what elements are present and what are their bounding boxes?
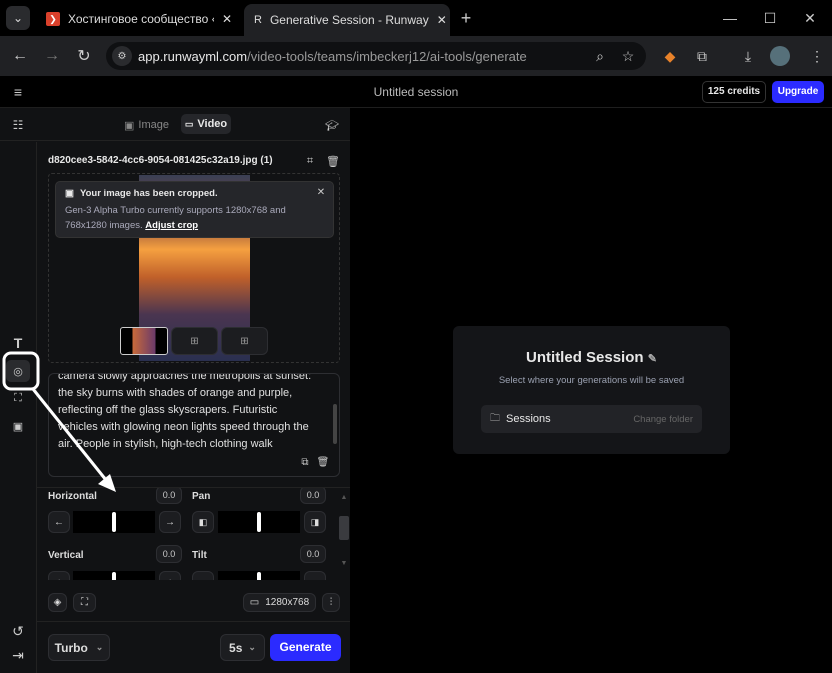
tilt-slider[interactable] bbox=[218, 571, 300, 580]
prompt-textarea[interactable]: camera slowly approaches the metropolis … bbox=[48, 373, 340, 477]
close-window-button[interactable]: ✕ bbox=[800, 8, 820, 28]
tool-rail: T ◎ ⛶ ▣ ↺ ⇥ bbox=[0, 142, 37, 673]
controls-scrollbar[interactable]: ▲ ▼ bbox=[339, 494, 349, 578]
crop-toast: ▣ Your image has been cropped. Gen-3 Alph… bbox=[55, 181, 334, 238]
chevron-down-icon: ⌄ bbox=[95, 642, 104, 652]
focus-button[interactable]: ⛶ bbox=[73, 593, 96, 612]
duration-select[interactable]: 5s ⌄ bbox=[220, 634, 265, 661]
camera-tool-icon[interactable]: ◎ bbox=[6, 360, 30, 382]
arrow-left-button[interactable]: ← bbox=[48, 511, 70, 533]
close-toast-icon[interactable]: ✕ bbox=[315, 186, 327, 198]
session-card: Untitled Session ✎ Select where your gen… bbox=[453, 326, 730, 454]
tilt-value[interactable]: 0.0 bbox=[300, 545, 326, 563]
tab-image[interactable]: ▣ Image bbox=[124, 115, 169, 135]
pan-slider[interactable] bbox=[218, 511, 300, 533]
session-card-subtitle: Select where your generations will be sa… bbox=[498, 375, 685, 386]
site-favicon-icon: ❯ bbox=[46, 12, 60, 26]
chevron-down-icon: ⌄ bbox=[248, 642, 256, 652]
runway-favicon-icon: R bbox=[254, 14, 262, 26]
video-icon: ▭ bbox=[184, 118, 194, 129]
focus-icon: ⛶ bbox=[81, 597, 88, 608]
browser-tab-bar: ⌄ ❯ Хостинговое сообщество «Tim ✕ R Gene… bbox=[0, 0, 832, 36]
copy-icon[interactable]: ⧉ bbox=[299, 456, 311, 468]
mode-bar: ☷ ▣ Image ▭ Video 🎓︎ bbox=[0, 108, 350, 141]
address-bar[interactable]: ⚙ app.runwayml.com/video-tools/teams/imb… bbox=[106, 42, 646, 70]
generate-button[interactable]: Generate bbox=[270, 634, 341, 661]
list-icon[interactable]: ☷ bbox=[10, 117, 26, 133]
close-tab-icon[interactable]: ✕ bbox=[437, 13, 447, 27]
layers-button[interactable]: ◈ bbox=[48, 593, 67, 612]
upgrade-button[interactable]: Upgrade bbox=[772, 81, 824, 103]
folder-row[interactable]: 🗀 Sessions Change folder bbox=[481, 405, 702, 433]
profile-avatar[interactable] bbox=[770, 46, 790, 66]
credits-badge[interactable]: 125 credits bbox=[702, 81, 766, 103]
edit-pencil-icon[interactable]: ✎ bbox=[648, 353, 657, 365]
folder-icon: 🗀 bbox=[490, 412, 500, 424]
aspect-ratio-button[interactable]: ▭ 1280x768 bbox=[243, 593, 316, 612]
history-icon[interactable]: ↺ bbox=[8, 623, 28, 639]
extensions-icon[interactable]: ⧉ bbox=[692, 46, 712, 66]
bookmark-star-icon[interactable]: ☆ bbox=[618, 46, 638, 66]
reload-icon[interactable]: ↻ bbox=[74, 46, 94, 66]
tab-list-button[interactable]: ⌄ bbox=[6, 6, 30, 30]
site-info-icon[interactable]: ⚙ bbox=[112, 46, 132, 66]
tilt-up-button[interactable]: ◒ bbox=[304, 571, 326, 580]
arrow-up-button[interactable]: ↑ bbox=[159, 571, 181, 580]
minimize-button[interactable]: — bbox=[720, 8, 740, 28]
tab-hosting[interactable]: ❯ Хостинговое сообщество «Tim ✕ bbox=[36, 5, 242, 33]
pan-left-button[interactable]: ◧ bbox=[192, 511, 214, 533]
settings-button[interactable]: ⫶ bbox=[322, 593, 340, 612]
folder-name: Sessions bbox=[506, 413, 551, 425]
model-select[interactable]: Turbo ⌄ bbox=[48, 634, 110, 661]
add-image-icon: ⊞ bbox=[190, 335, 199, 347]
sliders-icon: ⫶ bbox=[329, 597, 333, 608]
app-header: ≡ Untitled session 125 credits Upgrade bbox=[0, 76, 832, 108]
trash-icon[interactable]: 🗑︎ bbox=[326, 154, 340, 168]
session-card-title: Untitled Session bbox=[526, 349, 644, 366]
delete-prompt-icon[interactable]: 🗑︎ bbox=[317, 456, 330, 468]
vertical-slider[interactable] bbox=[73, 571, 155, 580]
prompt-scrollbar[interactable] bbox=[333, 404, 337, 444]
add-image-slot[interactable]: ⊞ bbox=[171, 327, 218, 355]
add-image-slot[interactable]: ⊞ bbox=[221, 327, 268, 355]
pan-value[interactable]: 0.0 bbox=[300, 488, 326, 504]
download-icon[interactable]: ⤓ bbox=[738, 46, 758, 66]
horizontal-slider[interactable] bbox=[73, 511, 155, 533]
collapse-icon[interactable]: ⇥ bbox=[8, 647, 28, 663]
image-icon: ▣ bbox=[124, 119, 135, 132]
aspect-ratio-icon: ▭ bbox=[249, 597, 260, 608]
arrow-down-button[interactable]: ↓ bbox=[48, 571, 70, 580]
tab-runway[interactable]: R Generative Session - Runway ✕ bbox=[244, 4, 450, 36]
camera-controls: Horizontal 0.0 ← → Pan 0.0 ◧ ◨ Vertical … bbox=[37, 488, 337, 580]
divider bbox=[37, 621, 350, 622]
file-name: d820cee3-5842-4cc6-9054-081425c32a19.jpg… bbox=[48, 155, 273, 166]
change-folder-link[interactable]: Change folder bbox=[633, 414, 693, 425]
tilt-down-button[interactable]: ◓ bbox=[192, 571, 214, 580]
arrow-right-button[interactable]: → bbox=[159, 511, 181, 533]
text-tool-icon[interactable]: T bbox=[8, 335, 28, 351]
menu-kebab-icon[interactable]: ⋮ bbox=[810, 46, 824, 66]
metamask-extension-icon[interactable]: ◆ bbox=[660, 46, 680, 66]
tab-video[interactable]: ▭ Video bbox=[181, 114, 231, 134]
face-scan-icon[interactable]: ⛶ bbox=[8, 390, 28, 406]
crop-icon[interactable]: ⌗ bbox=[303, 154, 317, 168]
crop-info-icon: ▣ bbox=[65, 188, 74, 199]
maximize-button[interactable]: ☐ bbox=[760, 8, 780, 28]
new-tab-button[interactable]: + bbox=[456, 8, 476, 28]
adjust-crop-link[interactable]: Adjust crop bbox=[145, 220, 198, 231]
vertical-value[interactable]: 0.0 bbox=[156, 545, 182, 563]
add-image-icon: ⊞ bbox=[240, 335, 249, 347]
zoom-icon[interactable]: ⌕ bbox=[590, 46, 610, 66]
learn-cap-icon[interactable]: 🎓︎ bbox=[324, 117, 340, 133]
back-icon[interactable]: ← bbox=[10, 46, 30, 66]
frame-icon[interactable]: ▣ bbox=[8, 418, 28, 434]
pan-right-button[interactable]: ◨ bbox=[304, 511, 326, 533]
close-tab-icon[interactable]: ✕ bbox=[222, 12, 232, 26]
horizontal-value[interactable]: 0.0 bbox=[156, 488, 182, 504]
layers-icon: ◈ bbox=[53, 597, 62, 608]
thumbnail-selected[interactable] bbox=[120, 327, 168, 355]
forward-icon[interactable]: → bbox=[42, 46, 62, 66]
